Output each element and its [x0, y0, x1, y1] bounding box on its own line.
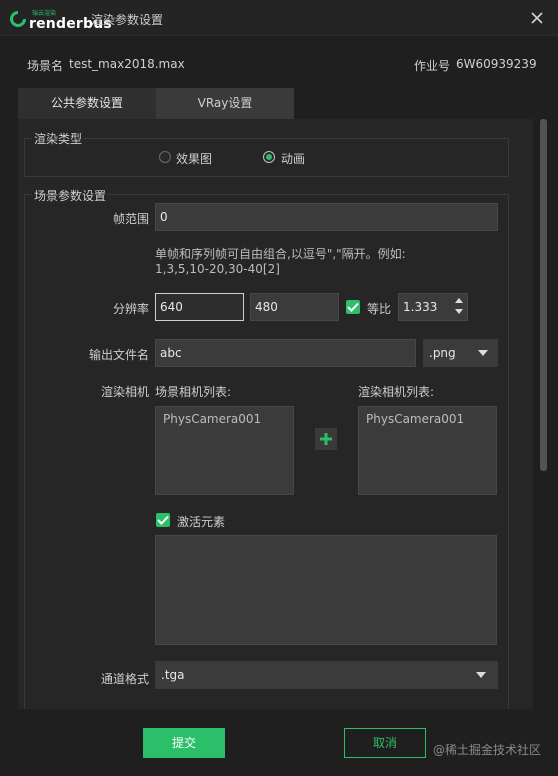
list-item[interactable]: PhysCamera001: [366, 412, 464, 426]
radio-still-image[interactable]: [159, 151, 171, 163]
list-item[interactable]: PhysCamera001: [163, 412, 261, 426]
frame-hint-line2: 1,3,5,10-20,30-40[2]: [155, 262, 280, 276]
chevron-down-icon[interactable]: [476, 672, 486, 678]
render-camera-label: 渲染相机: [101, 385, 150, 399]
add-camera-button[interactable]: [315, 428, 337, 450]
scene-name-value: test_max2018.max: [69, 57, 185, 71]
spinner-down-icon[interactable]: [455, 309, 463, 315]
channel-format-select[interactable]: .tga: [155, 661, 498, 689]
watermark: @稀土掘金技术社区: [433, 743, 542, 757]
activate-elements-label[interactable]: 激活元素: [177, 513, 225, 530]
channel-format-value: .tga: [161, 668, 185, 682]
spinner-up-icon[interactable]: [455, 297, 463, 303]
chevron-down-icon[interactable]: [478, 350, 488, 356]
window-title: 渲染参数设置: [91, 13, 164, 27]
submit-button[interactable]: 提交: [143, 728, 225, 758]
elements-list[interactable]: [155, 535, 497, 645]
resolution-width-input[interactable]: 640: [155, 293, 244, 321]
activate-elements-checkbox[interactable]: [156, 513, 170, 527]
aspect-ratio-checkbox[interactable]: [346, 300, 360, 314]
frame-hint-line1: 单帧和序列帧可自由组合,以逗号","隔开。例如:: [155, 247, 406, 261]
output-format-value: .png: [429, 346, 456, 360]
plus-icon: [320, 433, 332, 445]
scene-camera-list-label: 场景相机列表:: [155, 385, 232, 399]
output-filename-label: 输出文件名: [89, 348, 150, 362]
scrollbar-thumb[interactable]: [540, 119, 547, 471]
channel-format-label: 通道格式: [101, 672, 150, 686]
aspect-ratio-label[interactable]: 等比: [367, 300, 391, 317]
frame-range-input[interactable]: 0: [155, 203, 498, 231]
render-camera-list-label: 渲染相机列表:: [358, 385, 435, 399]
resolution-height-input[interactable]: 480: [250, 293, 339, 321]
job-id-value: 6W60939239: [456, 57, 537, 71]
frame-range-label: 帧范围: [113, 212, 150, 226]
output-filename-input[interactable]: abc: [155, 339, 416, 367]
tab-vray-settings[interactable]: VRay设置: [156, 88, 294, 119]
scene-settings-title: 场景参数设置: [32, 187, 109, 204]
check-icon: [157, 515, 169, 525]
scene-name-label: 场景名: [27, 59, 64, 73]
cancel-button[interactable]: 取消: [344, 728, 426, 758]
resolution-label: 分辨率: [113, 302, 150, 316]
radio-animation-label[interactable]: 动画: [281, 150, 305, 167]
job-id-label: 作业号: [414, 59, 451, 73]
tab-public-settings[interactable]: 公共参数设置: [18, 88, 156, 119]
radio-animation[interactable]: [263, 151, 275, 163]
radio-still-image-label[interactable]: 效果图: [176, 150, 212, 167]
render-type-title: 渲染类型: [32, 130, 85, 147]
check-icon: [347, 302, 359, 312]
renderbus-logo-icon: [10, 11, 26, 27]
close-icon[interactable]: [529, 10, 545, 26]
